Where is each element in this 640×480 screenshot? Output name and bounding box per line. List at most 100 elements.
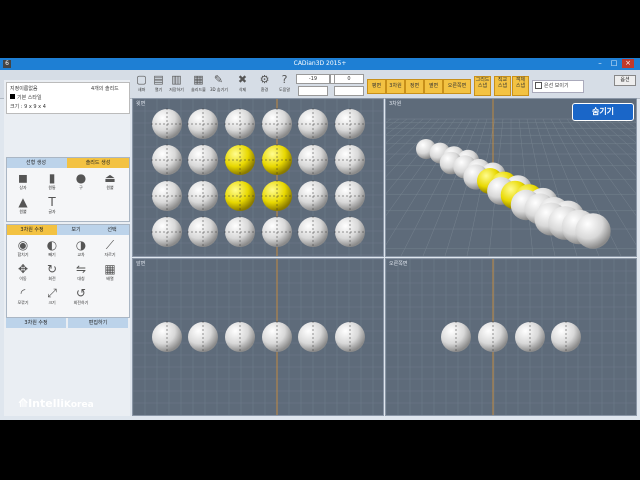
toolbar-button-settings[interactable]: ⚙ 환경 (256, 72, 273, 96)
text-icon: T (48, 195, 56, 209)
toolbar-button-delete[interactable]: ✖ 삭제 (234, 72, 251, 96)
view-top-button[interactable]: 평면 (367, 79, 386, 94)
coord-input-b[interactable] (334, 86, 364, 96)
tool-cone[interactable]: ▲ 원뿔 (11, 195, 35, 217)
help-icon: ? (281, 73, 288, 86)
mirror-icon: ⇋ (75, 262, 87, 276)
viewport-top[interactable]: 윗면 (132, 98, 384, 257)
color-swatch[interactable] (10, 94, 15, 99)
tool-array[interactable]: ▦ 배열 (98, 262, 122, 284)
tool-label: 회전하기 (73, 300, 89, 305)
tool-slice[interactable]: ⟋ 자르기 (98, 238, 122, 260)
tab-view[interactable]: 보기 (59, 225, 93, 235)
view-front-button[interactable]: 정면 (405, 79, 424, 94)
scale-icon: ⤢ (47, 286, 57, 300)
tool-subtract[interactable]: ◐ 빼기 (40, 238, 64, 260)
ortho-snap-button[interactable]: 직교 스냅 (494, 76, 511, 96)
viewport-right[interactable]: 오른쪽면 (385, 258, 637, 416)
union-icon: ◉ (17, 238, 29, 252)
fillet-icon: ◜ (20, 286, 26, 300)
slice-icon: ⟋ (105, 238, 115, 252)
rotate-icon: ↻ (46, 262, 58, 276)
viewport-canvas[interactable] (133, 99, 383, 256)
tool-text[interactable]: T 글자 (40, 195, 64, 217)
options-button[interactable]: 옵션 (614, 75, 636, 86)
tool-label: 빼기 (48, 252, 56, 257)
toolbar-button-help[interactable]: ? 도움말 (276, 72, 293, 96)
move-icon: ✥ (17, 262, 29, 276)
tab-3d-edit[interactable]: 3차원 수정 (7, 225, 57, 235)
tool-intersect[interactable]: ◑ 교차 (69, 238, 93, 260)
coord-x[interactable]: -19 (296, 74, 330, 84)
intersect-icon: ◑ (75, 238, 87, 252)
title-bar: CADian3D 2015+ – □ × (0, 58, 640, 70)
object-snap-button[interactable]: 객체 스냅 (512, 76, 529, 96)
edit-panel: 3차원 수정 보기 선택 ◉ 합치기 ◐ 빼기 ◑ 교차 ⟋ 자르기 ✥ 이동 ↻ 회전 ⇋ 대칭 ▦ 배열 ◜… (6, 224, 130, 318)
viewport-canvas[interactable] (386, 259, 636, 415)
checkbox[interactable] (535, 82, 542, 89)
save-icon: ▥ (171, 73, 182, 86)
toolbar-button-save[interactable]: ▥ 저장하기 (168, 72, 185, 96)
intelli-korea-logo: ⟰IntelliKorea (18, 396, 128, 412)
viewport-canvas[interactable] (133, 259, 383, 415)
tool-rotate[interactable]: ↻ 회전 (40, 262, 64, 284)
tool-label: 합치기 (17, 252, 29, 257)
create-panel: 선형 생성 솔리드 생성 ◼ 상자 ▮ 원통 ● 구 ⏏ 원뿔 ▲ 원뿔 T 글자 (6, 157, 130, 222)
tool-label: 원뿔 (19, 209, 27, 214)
tool-label: 교차 (77, 252, 85, 257)
tool-box[interactable]: ◼ 상자 (11, 171, 35, 193)
maximize-icon[interactable]: □ (608, 59, 620, 68)
viewport-front[interactable]: 앞면 (132, 258, 384, 416)
viewport-canvas[interactable] (386, 99, 636, 256)
tool-cylinder[interactable]: ▮ 원통 (40, 171, 64, 193)
box-icon: ◼ (18, 171, 28, 185)
view-3d-button[interactable]: 3차원 (386, 79, 405, 94)
revolve-icon: ↺ (75, 286, 87, 300)
hidden-line-option[interactable]: 은선 보이기 (532, 80, 584, 93)
tool-icon: ✎ (213, 73, 224, 86)
viewport-label: 3차원 (389, 101, 402, 107)
tool-union[interactable]: ◉ 합치기 (11, 238, 35, 260)
tool-sphere[interactable]: ● 구 (69, 171, 93, 193)
tool-label: 이동 (19, 276, 27, 281)
tool-cone-cut[interactable]: ⏏ 원뿔 (98, 171, 122, 193)
viewport-3d[interactable]: 3차원 (385, 98, 637, 257)
hide-button[interactable]: 숨기기 (572, 103, 634, 121)
sphere[interactable] (575, 213, 611, 249)
minimize-icon[interactable]: – (594, 59, 606, 68)
viewport-label: 윗면 (136, 101, 146, 107)
tool-mirror[interactable]: ⇋ 대칭 (69, 262, 93, 284)
tool-fillet[interactable]: ◜ 모깎기 (11, 286, 35, 308)
toolbar-button-tool[interactable]: ✎ 3D 숨기기 (210, 72, 228, 96)
cone-icon: ▲ (18, 195, 28, 209)
letterbox (0, 420, 640, 480)
grid-snap-button[interactable]: 그리드 스냅 (474, 76, 491, 96)
view-side-button[interactable]: 옆면 (424, 79, 443, 94)
tool-move[interactable]: ✥ 이동 (11, 262, 35, 284)
subtract-icon: ◐ (46, 238, 58, 252)
bottom-tab-edit[interactable]: 편집하기 (68, 318, 128, 328)
bottom-tab-3d-edit[interactable]: 3차원 수정 (6, 318, 66, 328)
info-style: 기본 스타일 (10, 94, 42, 101)
toolbar-button-save-as[interactable]: ▦ 솔리드블 (190, 72, 207, 96)
option-label: 은선 보이기 (544, 83, 569, 89)
tool-scale[interactable]: ⤢ 크기 (40, 286, 64, 308)
view-right-button[interactable]: 오른쪽면 (443, 79, 471, 94)
sphere-icon: ● (75, 171, 87, 185)
coord-z[interactable]: 0 (334, 74, 364, 84)
close-icon[interactable]: × (622, 59, 634, 68)
delete-icon: ✖ (237, 73, 248, 86)
tab-select[interactable]: 선택 (95, 225, 129, 235)
info-style-label: 기본 스타일 (17, 95, 42, 101)
tool-label: 상자 (19, 185, 27, 190)
tool-revolve[interactable]: ↺ 회전하기 (69, 286, 93, 308)
coord-input-a[interactable] (298, 86, 328, 96)
toolbar-button-open[interactable]: ▤ 열기 (150, 72, 167, 96)
toolbar-button-label: 저장하기 (169, 87, 184, 92)
tab-solid-create[interactable]: 솔리드 생성 (67, 158, 129, 168)
tab-line-create[interactable]: 선형 생성 (7, 158, 65, 168)
tool-label: 배열 (106, 276, 114, 281)
settings-icon: ⚙ (259, 73, 270, 86)
toolbar-button-new[interactable]: ▢ 새파 (133, 72, 150, 96)
app-icon[interactable]: 6 (3, 60, 11, 68)
